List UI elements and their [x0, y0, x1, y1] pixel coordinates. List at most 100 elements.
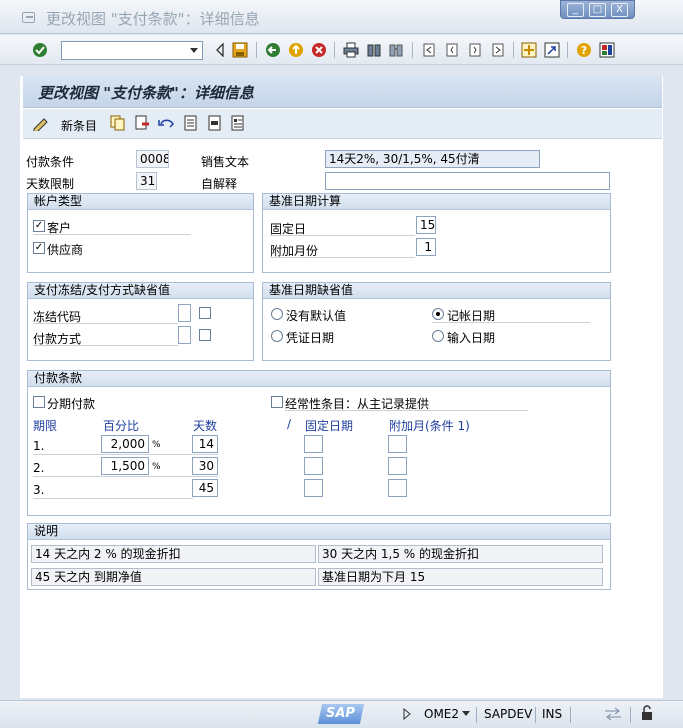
- sales-text-input[interactable]: 14天2%, 30/1,5%, 45付清: [325, 150, 540, 168]
- customer-checkbox[interactable]: ✓: [33, 220, 45, 232]
- exit-icon[interactable]: [287, 41, 305, 59]
- system-name: SAPDEV: [484, 707, 533, 721]
- col-fixed-date-header: 固定日期: [305, 419, 354, 433]
- document-date-radio[interactable]: [271, 330, 283, 342]
- explanation-line: 14 天之内 2 % 的现金折扣: [31, 545, 316, 563]
- days-input[interactable]: 14: [192, 435, 218, 453]
- entry-date-radio[interactable]: [432, 330, 444, 342]
- payment-terms-title: 付款条款: [28, 371, 610, 387]
- triangle-left-icon[interactable]: [211, 41, 229, 59]
- undo-icon[interactable]: [158, 115, 176, 134]
- close-button[interactable]: X: [611, 3, 628, 17]
- insert-mode[interactable]: INS: [542, 707, 562, 721]
- block-key-checkbox[interactable]: [199, 307, 211, 319]
- enter-icon[interactable]: [31, 41, 49, 59]
- save-icon[interactable]: [231, 41, 249, 59]
- add-months-input[interactable]: 1: [416, 238, 436, 256]
- fixed-date-input[interactable]: [304, 435, 323, 453]
- day-limit-field: 31: [136, 172, 157, 190]
- window-title: 更改视图 "支付条款"：详细信息: [46, 10, 260, 28]
- fixed-day-input[interactable]: 15: [416, 216, 436, 234]
- payment-method-checkbox[interactable]: [199, 329, 211, 341]
- command-input[interactable]: [62, 42, 182, 59]
- chevron-down-icon[interactable]: [190, 48, 198, 53]
- divider: [270, 235, 415, 236]
- payment-method-input[interactable]: [178, 326, 191, 344]
- recurring-checkbox[interactable]: [271, 396, 283, 408]
- change-display-icon[interactable]: [32, 115, 50, 134]
- installment-checkbox[interactable]: [33, 396, 45, 408]
- divider: [33, 498, 193, 499]
- last-page-icon[interactable]: [489, 41, 507, 59]
- page-title: 更改视图 "支付条款"：详细信息: [38, 84, 254, 102]
- chevron-down-icon[interactable]: [462, 711, 470, 716]
- divider: [33, 345, 178, 346]
- add-months-row-input[interactable]: [388, 435, 407, 453]
- standard-toolbar: ?: [0, 35, 683, 65]
- days-input[interactable]: 45: [192, 479, 218, 497]
- window-controls: _ □ X: [560, 0, 635, 19]
- day-limit-label: 天数限制: [26, 177, 75, 191]
- create-session-icon[interactable]: [520, 41, 538, 59]
- first-page-icon[interactable]: [420, 41, 438, 59]
- transaction-code: OME2: [424, 707, 460, 721]
- new-entries-button[interactable]: 新条目: [61, 117, 97, 134]
- next-page-icon[interactable]: [466, 41, 484, 59]
- command-field[interactable]: [61, 41, 203, 60]
- sap-logo-text: SAP: [326, 706, 355, 721]
- select-block-icon[interactable]: [207, 115, 223, 134]
- copy-icon[interactable]: [110, 115, 126, 134]
- screen-header: 更改视图 "支付条款"：详细信息: [23, 76, 662, 108]
- status-bar: SAP OME2 SAPDEV INS: [0, 700, 683, 728]
- divider: [33, 234, 191, 235]
- find-icon[interactable]: [365, 41, 383, 59]
- lock-icon[interactable]: [640, 705, 654, 724]
- delete-icon[interactable]: [134, 115, 150, 134]
- deselect-all-icon[interactable]: [230, 115, 246, 134]
- sales-text-label: 销售文本: [201, 155, 250, 169]
- back-icon[interactable]: [264, 41, 282, 59]
- minimize-button[interactable]: _: [567, 3, 584, 17]
- table-row-term: 3.: [33, 483, 45, 497]
- add-months-row-input[interactable]: [388, 457, 407, 475]
- explanation-line: 45 天之内 到期净值: [31, 568, 316, 586]
- col-percent-header: 百分比: [103, 419, 140, 433]
- maximize-button[interactable]: □: [589, 3, 606, 17]
- explanation-title: 说明: [28, 524, 610, 540]
- divider: [33, 323, 178, 324]
- col-days-header: 天数: [193, 419, 218, 433]
- previous-page-icon[interactable]: [443, 41, 461, 59]
- percent-input[interactable]: 2,000: [101, 435, 149, 453]
- select-all-icon[interactable]: [183, 115, 199, 134]
- table-row-term: 1.: [33, 439, 45, 453]
- account-type-title: 帐户类型: [28, 194, 253, 210]
- cancel-icon[interactable]: [310, 41, 328, 59]
- block-defaults-title: 支付冻结/支付方式缺省值: [28, 283, 253, 299]
- layout-menu-icon[interactable]: [598, 41, 616, 59]
- baseline-default-title: 基准日期缺省值: [263, 283, 610, 299]
- percent-input[interactable]: 1,500: [101, 457, 149, 475]
- triangle-right-icon[interactable]: [403, 707, 411, 723]
- connection-icon: [604, 707, 622, 724]
- posting-date-radio[interactable]: [432, 308, 444, 320]
- divider: [33, 454, 218, 455]
- col-term-header: 期限: [33, 419, 58, 433]
- explanation-line: 30 天之内 1,5 % 的现金折扣: [318, 545, 603, 563]
- block-key-input[interactable]: [178, 304, 191, 322]
- percent-unit: %: [152, 440, 161, 450]
- no-default-radio[interactable]: [271, 308, 283, 320]
- own-explanation-input[interactable]: [325, 172, 610, 190]
- col-add-months-header: 附加月(条件 1): [389, 419, 470, 433]
- app-menu-icon[interactable]: [22, 12, 35, 23]
- vendor-checkbox[interactable]: ✓: [33, 242, 45, 254]
- col-slash-header: /: [287, 417, 292, 431]
- days-input[interactable]: 30: [192, 457, 218, 475]
- add-months-row-input[interactable]: [388, 479, 407, 497]
- find-next-icon[interactable]: [387, 41, 405, 59]
- help-icon[interactable]: ?: [575, 41, 593, 59]
- shortcut-icon[interactable]: [543, 41, 561, 59]
- vendor-label: 供应商: [47, 243, 84, 257]
- fixed-date-input[interactable]: [304, 479, 323, 497]
- print-icon[interactable]: [342, 41, 360, 59]
- fixed-date-input[interactable]: [304, 457, 323, 475]
